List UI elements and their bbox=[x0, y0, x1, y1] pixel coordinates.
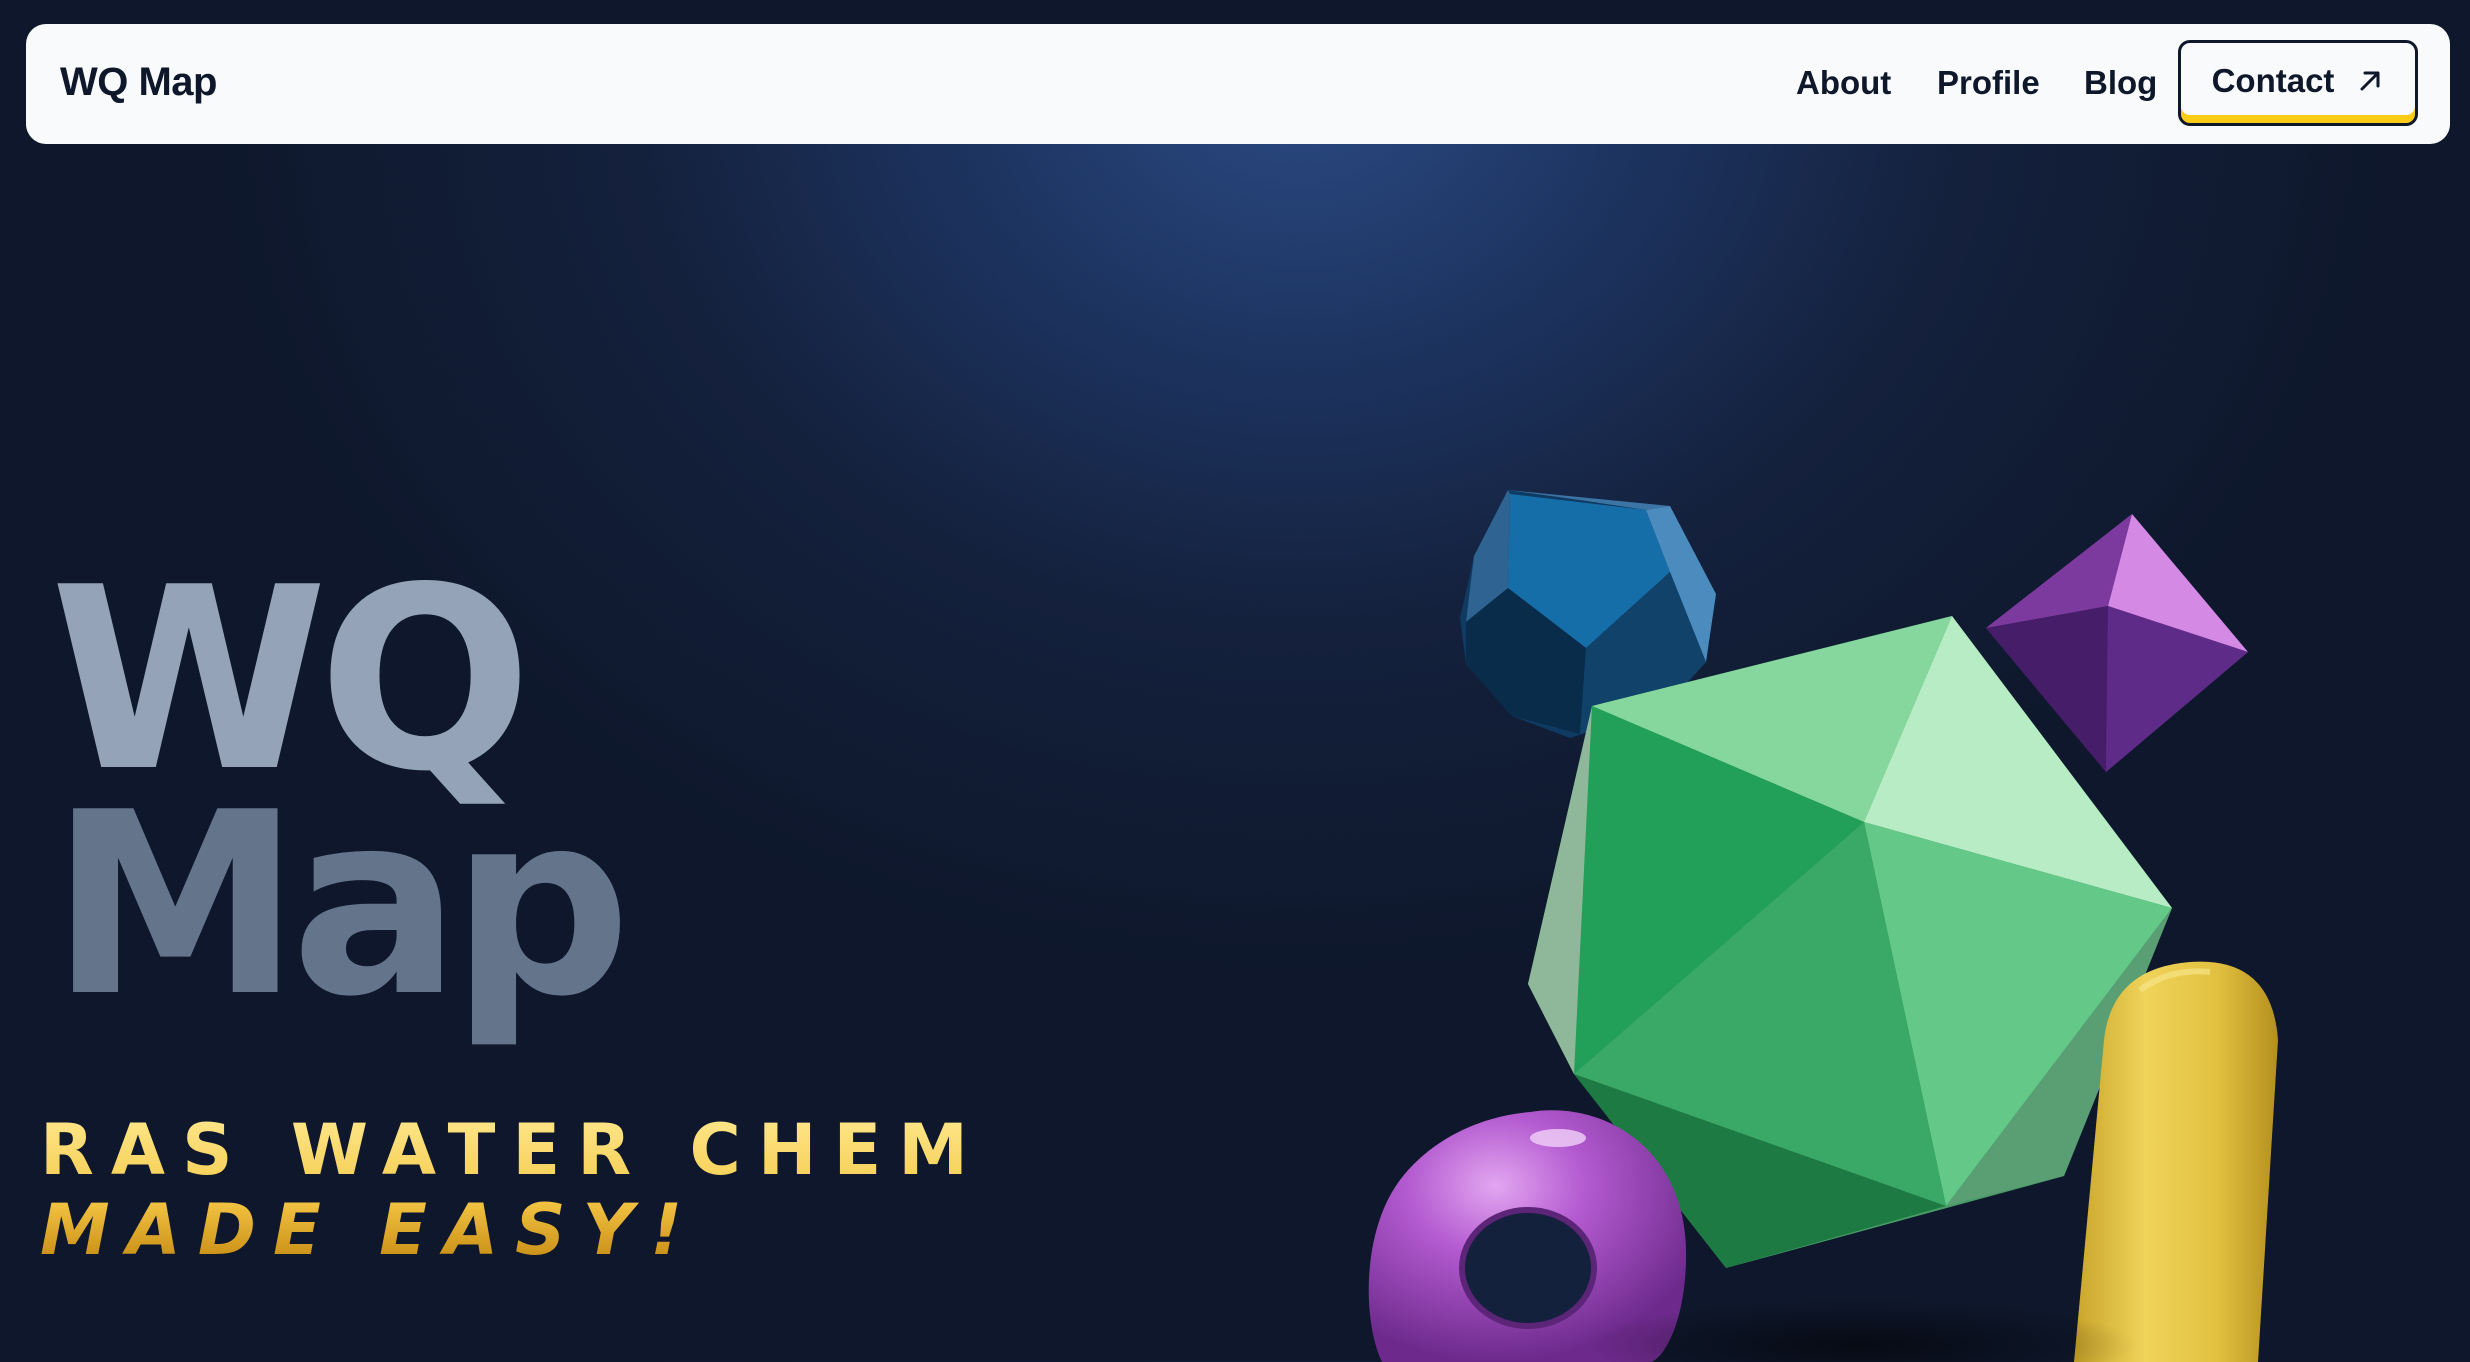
capsule-shape bbox=[2074, 961, 2278, 1362]
contact-button-label: Contact bbox=[2211, 62, 2335, 99]
hero-title: WQ Map bbox=[50, 534, 631, 1052]
torus-shape bbox=[1368, 1110, 1687, 1362]
nav-link-profile[interactable]: Profile bbox=[1937, 64, 2040, 102]
hero-title-line1: WQ bbox=[50, 534, 532, 827]
brand-logo[interactable]: WQ Map bbox=[60, 60, 217, 105]
tagline-line2: MADE EASY! bbox=[40, 1195, 985, 1265]
hero-title-line2: Map bbox=[50, 759, 631, 1052]
top-strip bbox=[0, 0, 2470, 26]
icosahedron-shape bbox=[1528, 616, 2172, 1268]
nav-link-about[interactable]: About bbox=[1796, 64, 1891, 102]
hero-tagline: RAS WATER CHEM MADE EASY! bbox=[40, 1115, 985, 1265]
tagline-line1: RAS WATER CHEM bbox=[40, 1109, 985, 1191]
navbar: WQ Map About Profile Blog Contact bbox=[26, 24, 2450, 144]
contact-button[interactable]: Contact bbox=[2178, 40, 2418, 126]
arrow-up-right-icon bbox=[2360, 71, 2380, 91]
octahedron-shape bbox=[1986, 514, 2248, 772]
dodecahedron-shape bbox=[1460, 490, 1716, 738]
nav-link-blog[interactable]: Blog bbox=[2084, 64, 2157, 102]
